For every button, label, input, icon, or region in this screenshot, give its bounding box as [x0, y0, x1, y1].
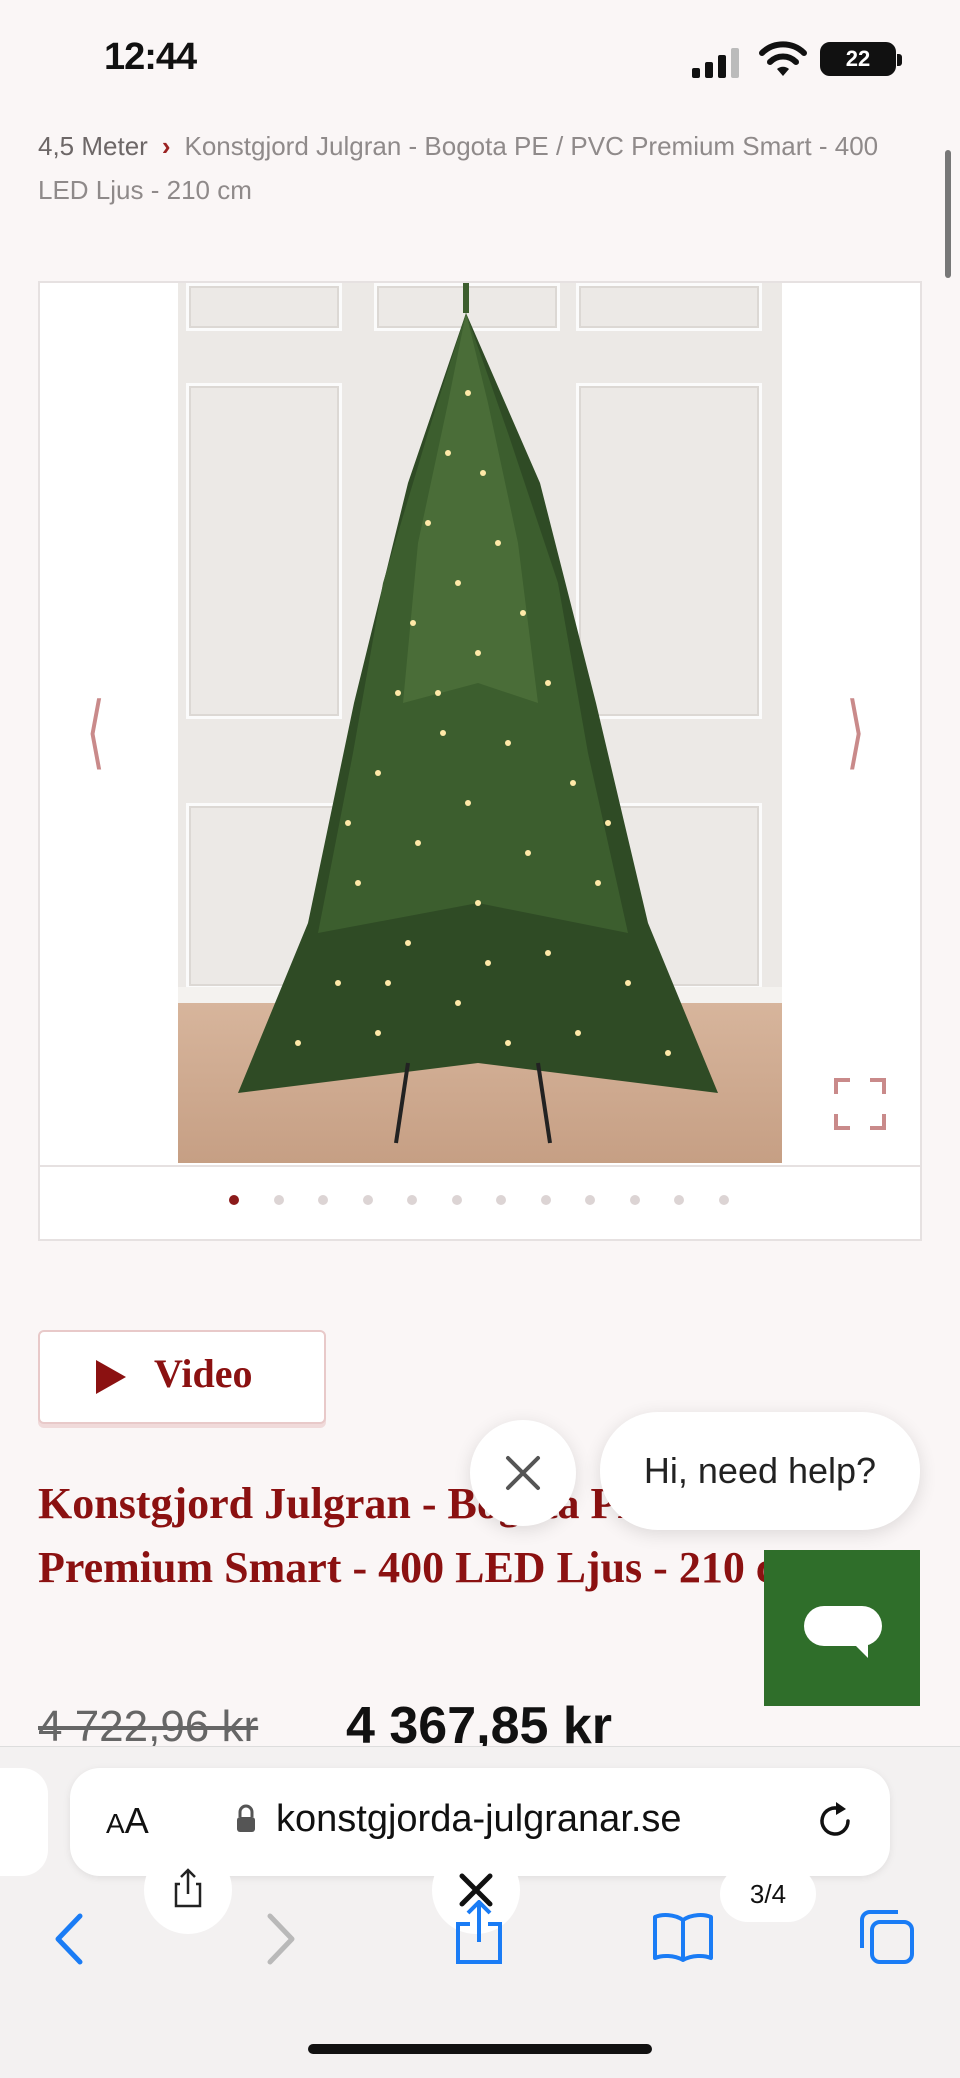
forward-icon[interactable]	[262, 1912, 298, 1966]
play-icon	[96, 1360, 126, 1394]
previous-tab-preview[interactable]	[0, 1768, 48, 1876]
fullscreen-icon[interactable]	[834, 1078, 886, 1130]
gallery-dot[interactable]	[496, 1195, 506, 1205]
tab-counter: 3/4	[720, 1866, 816, 1922]
gallery-dot[interactable]	[362, 1195, 373, 1205]
breadcrumb: 4,5 Meter › Konstgjord Julgran - Bogota PE…	[38, 124, 928, 212]
reader-settings-button[interactable]: AA	[106, 1800, 149, 1842]
status-time: 12:44	[104, 36, 197, 78]
gallery-dot[interactable]	[540, 1195, 551, 1205]
close-icon	[506, 1456, 540, 1490]
cellular-signal-icon	[692, 48, 739, 78]
home-indicator	[308, 2044, 652, 2054]
video-button[interactable]: Video	[38, 1330, 326, 1424]
bookmarks-icon[interactable]	[652, 1912, 714, 1962]
reload-icon[interactable]	[812, 1798, 858, 1844]
share-icon[interactable]	[452, 1900, 506, 1966]
product-image[interactable]	[178, 283, 782, 1163]
gallery-dot[interactable]	[229, 1195, 239, 1205]
wifi-icon	[759, 41, 807, 76]
tabs-icon[interactable]	[858, 1908, 916, 1966]
chat-bubble-icon	[804, 1606, 882, 1658]
chevron-right-icon: ›	[161, 131, 171, 161]
chat-prompt[interactable]: Hi, need help?	[600, 1412, 920, 1530]
scroll-indicator[interactable]	[945, 150, 951, 278]
gallery-dot[interactable]	[318, 1195, 328, 1205]
back-icon[interactable]	[52, 1912, 88, 1966]
chat-launcher-button[interactable]	[764, 1550, 920, 1706]
gallery-dot[interactable]	[273, 1195, 284, 1205]
lock-icon	[237, 1804, 255, 1832]
gallery-dot[interactable]	[674, 1195, 684, 1205]
breadcrumb-item-category[interactable]: 4,5 Meter	[38, 131, 148, 161]
gallery-dot[interactable]	[629, 1195, 640, 1205]
gallery-dot[interactable]	[585, 1195, 595, 1205]
gallery-next-button[interactable]: ⟩	[846, 685, 865, 778]
battery-icon: 22	[820, 42, 902, 76]
chat-close-button[interactable]	[470, 1420, 576, 1526]
gallery-dot[interactable]	[407, 1195, 417, 1205]
gallery-dot[interactable]	[451, 1195, 462, 1205]
gallery-prev-button[interactable]: ⟨	[86, 685, 105, 778]
christmas-tree-icon	[238, 283, 718, 1144]
gallery-dot[interactable]	[718, 1195, 729, 1205]
share-icon	[174, 1868, 202, 1908]
share-overlay-button[interactable]	[144, 1846, 232, 1934]
url-text: konstgjorda-julgranar.se	[276, 1798, 682, 1840]
price-old: 4 722,96 kr	[38, 1702, 259, 1751]
gallery-pagination	[38, 1165, 922, 1243]
video-button-label: Video	[154, 1351, 253, 1396]
